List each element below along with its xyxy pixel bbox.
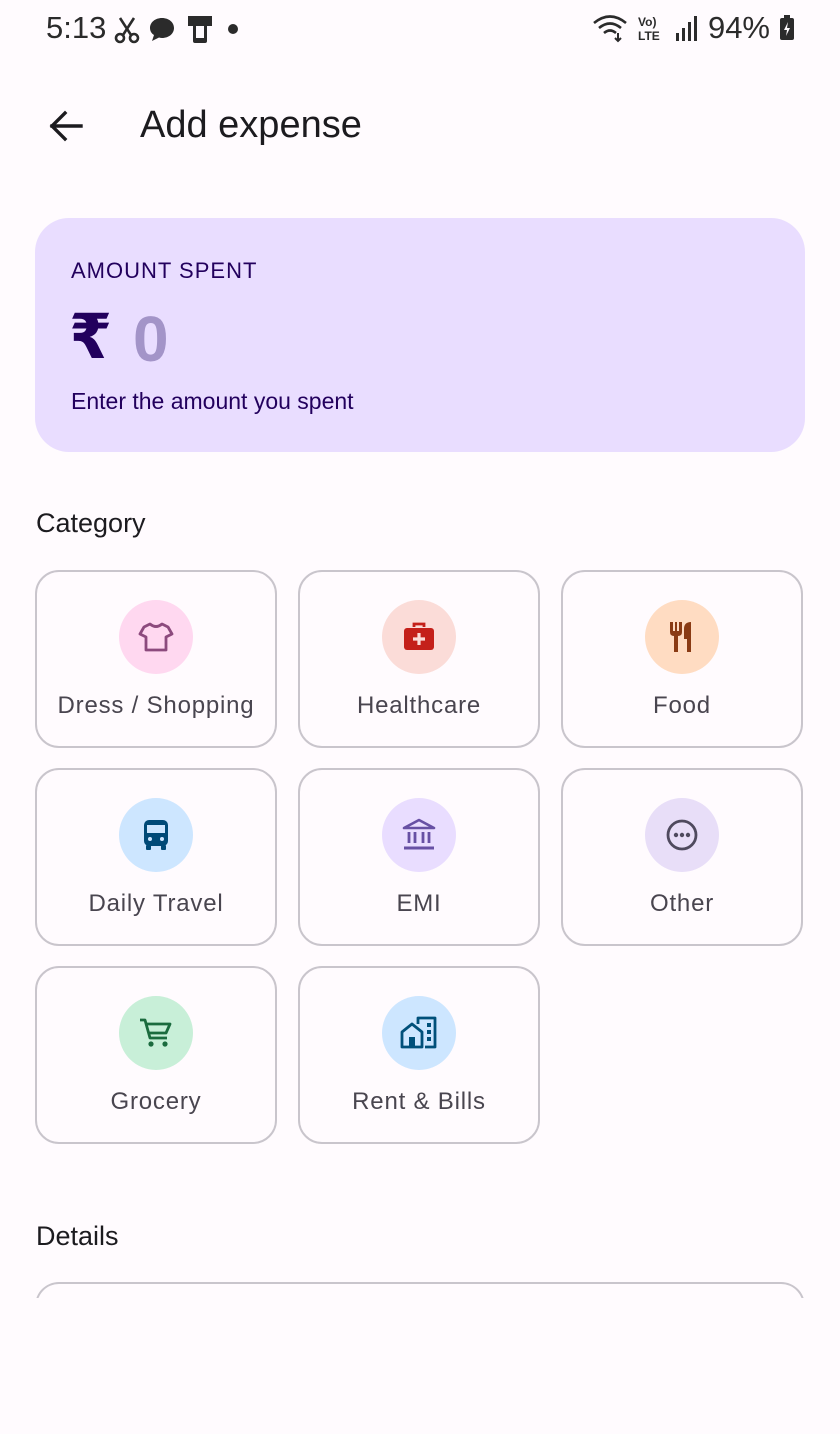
signal-icon <box>674 13 700 43</box>
category-label: Dress / Shopping <box>57 692 255 719</box>
bottom-area <box>0 1298 840 1434</box>
shirt-icon <box>119 600 193 674</box>
currency-symbol: ₹ <box>69 303 113 372</box>
category-label: Rent & Bills <box>352 1088 486 1115</box>
category-label: EMI <box>396 890 442 917</box>
category-label: Daily Travel <box>88 890 224 917</box>
medical-bag-icon <box>382 600 456 674</box>
details-title: Details <box>36 1221 119 1251</box>
bank-icon <box>382 798 456 872</box>
amount-card: AMOUNT SPENT ₹ Enter the amount you spen… <box>35 218 805 452</box>
status-time: 5:13 <box>46 10 107 45</box>
category-rent-bills[interactable]: Rent & Bills <box>298 966 540 1144</box>
category-food[interactable]: Food <box>561 570 803 748</box>
category-label: Healthcare <box>356 692 482 719</box>
category-emi[interactable]: EMI <box>298 768 540 946</box>
missed-call-icon <box>114 14 140 44</box>
category-title: Category <box>36 508 146 538</box>
house-building-icon <box>382 996 456 1070</box>
svg-text:Vo): Vo) <box>638 15 656 29</box>
cart-icon <box>119 996 193 1070</box>
svg-text:LTE: LTE <box>638 29 660 43</box>
bus-icon <box>119 798 193 872</box>
category-healthcare[interactable]: Healthcare <box>298 570 540 748</box>
category-other[interactable]: Other <box>561 768 803 946</box>
arrow-back-icon <box>48 108 84 144</box>
category-dress-shopping[interactable]: Dress / Shopping <box>35 570 277 748</box>
status-bar: 5:13 Vo) LTE 94% <box>0 0 840 58</box>
back-button[interactable] <box>42 102 90 150</box>
page-title: Add expense <box>140 104 362 146</box>
wifi-icon <box>592 13 628 43</box>
battery-percent: 94% <box>707 10 770 45</box>
volte-icon: Vo) LTE <box>636 13 666 43</box>
battery-charging-icon <box>778 13 796 43</box>
amount-helper-text: Enter the amount you spent <box>71 388 354 414</box>
app-notification-icon <box>184 14 216 44</box>
category-label: Grocery <box>110 1088 202 1115</box>
dot-icon <box>224 14 242 44</box>
category-grocery[interactable]: Grocery <box>35 966 277 1144</box>
more-icon <box>645 798 719 872</box>
category-label: Other <box>649 890 715 917</box>
fork-knife-icon <box>645 600 719 674</box>
category-daily-travel[interactable]: Daily Travel <box>35 768 277 946</box>
amount-label: AMOUNT SPENT <box>71 258 258 283</box>
message-icon <box>148 15 176 43</box>
amount-input[interactable] <box>131 298 535 380</box>
category-label: Food <box>653 692 711 719</box>
